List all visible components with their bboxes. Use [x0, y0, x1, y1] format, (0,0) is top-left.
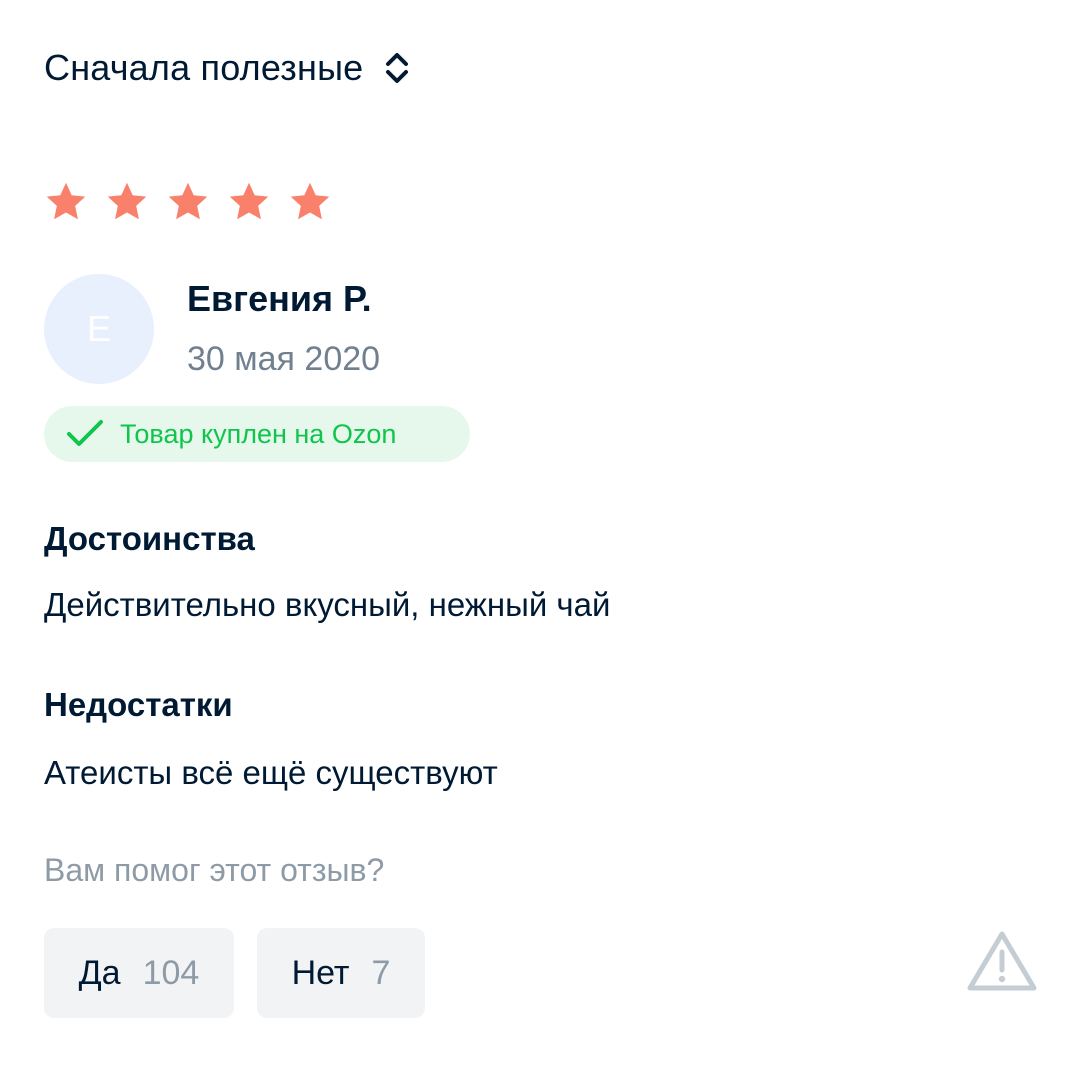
star-icon [290, 182, 330, 220]
cons-title: Недостатки [44, 686, 233, 723]
star-icon [46, 182, 86, 220]
pros-title: Достоинства [44, 520, 255, 557]
vote-no-button[interactable]: Нет 7 [257, 928, 425, 1018]
sort-updown-icon [386, 53, 409, 83]
sort-label: Сначала полезные [44, 47, 364, 88]
vote-no-count: 7 [371, 953, 391, 992]
pros-text: Действительно вкусный, нежный чай [44, 586, 611, 623]
star-icon [107, 182, 147, 220]
vote-yes-label: Да [78, 953, 121, 992]
avatar-initial: Е [86, 308, 111, 349]
vote-yes-count: 104 [142, 953, 200, 992]
star-icon [229, 182, 269, 220]
author-name: Евгения Р. [187, 278, 372, 319]
verified-purchase-badge: Товар куплен на Ozon [44, 406, 470, 462]
vote-yes-button[interactable]: Да 104 [44, 928, 234, 1018]
sort-selector[interactable]: Сначала полезные [44, 44, 411, 92]
verified-text: Товар куплен на Ozon [120, 418, 397, 449]
star-icon [168, 182, 208, 220]
vote-no-label: Нет [291, 953, 350, 992]
check-icon [67, 420, 103, 446]
warning-icon[interactable] [966, 930, 1038, 992]
review-date: 30 мая 2020 [187, 340, 381, 378]
avatar: Е [44, 274, 154, 384]
helpful-question: Вам помог этот отзыв? [44, 852, 385, 888]
cons-text: Атеисты всё ещё существуют [44, 754, 498, 791]
rating-stars [44, 180, 349, 224]
